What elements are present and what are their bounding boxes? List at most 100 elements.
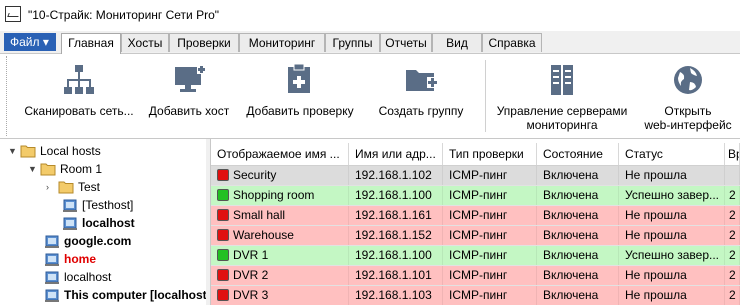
folder-icon: [40, 160, 56, 178]
tab-groups[interactable]: Группы: [325, 33, 380, 52]
tab-monitoring[interactable]: Мониторинг: [239, 33, 325, 52]
tree-item-testhost[interactable]: [Testhost]: [62, 196, 133, 214]
tree-item-local-hosts[interactable]: ▼ Local hosts: [8, 142, 101, 160]
table-row[interactable]: Warehouse 192.168.1.152 ICMP-пинг Включена Н…: [211, 226, 740, 246]
tab-hosts[interactable]: Хосты: [121, 33, 169, 52]
table-row[interactable]: DVR 3 192.168.1.103 ICMP-пинг Включена Не пр…: [211, 286, 740, 305]
cell-display-name-text: Small hall: [233, 208, 286, 222]
folder-icon: [58, 178, 74, 196]
cell-check-type-text: ICMP-пинг: [449, 168, 508, 182]
table-row[interactable]: DVR 1 192.168.1.100 ICMP-пинг Включена Успеш…: [211, 246, 740, 266]
tree-item-localhost[interactable]: localhost: [44, 268, 111, 286]
tree-item-label: This computer [localhost]: [64, 288, 207, 302]
add-host-label: Добавить хост: [148, 104, 230, 118]
table-row[interactable]: DVR 2 192.168.1.101 ICMP-пинг Включена Не пр…: [211, 266, 740, 286]
cell-address: 192.168.1.100: [349, 246, 443, 265]
globe-icon: [674, 66, 702, 94]
column-header-time[interactable]: Вр: [725, 143, 740, 165]
column-header-display-name[interactable]: Отображаемое имя ...: [211, 143, 349, 165]
tree-item-test[interactable]: › Test: [46, 178, 100, 196]
computer-icon: [44, 250, 60, 268]
cell-state-text: Включена: [543, 208, 599, 222]
cell-time: 2: [725, 246, 740, 265]
table-row[interactable]: Security 192.168.1.102 ICMP-пинг Включена Не…: [211, 166, 740, 186]
cell-state-text: Включена: [543, 168, 599, 182]
cell-status: Не прошла: [619, 206, 725, 225]
open-web-label-2: web-интерфейс: [644, 118, 732, 132]
cell-check-type-text: ICMP-пинг: [449, 208, 508, 222]
tab-help[interactable]: Справка: [482, 33, 542, 52]
tree-item-room-1[interactable]: ▼ Room 1: [28, 160, 102, 178]
status-ok-icon: [217, 189, 229, 201]
scan-network-label: Сканировать сеть...: [24, 104, 134, 118]
tab-view[interactable]: Вид: [432, 33, 482, 52]
cell-state-text: Включена: [543, 288, 599, 302]
cell-status: Не прошла: [619, 166, 725, 185]
cell-address: 192.168.1.102: [349, 166, 443, 185]
cell-check-type: ICMP-пинг: [443, 286, 537, 305]
column-header-address[interactable]: Имя или адр...: [349, 143, 443, 165]
cell-address: 192.168.1.152: [349, 226, 443, 245]
cell-state: Включена: [537, 206, 619, 225]
host-tree[interactable]: ▼ Local hosts ▼ Room 1 › Test [Testhost] lo…: [0, 139, 207, 305]
toolbar-separator: [485, 60, 486, 132]
cell-display-name: Warehouse: [211, 226, 349, 245]
cell-state: Включена: [537, 186, 619, 205]
computer-icon: [44, 286, 60, 304]
tree-item-label: Test: [78, 180, 101, 194]
tab-reports[interactable]: Отчеты: [380, 33, 432, 52]
tree-item-label: google.com: [64, 234, 132, 248]
tree-item-label: [Testhost]: [82, 198, 134, 212]
cell-time-text: 2: [729, 268, 736, 282]
cell-status-text: Не прошла: [625, 268, 687, 282]
table-header: Отображаемое имя ... Имя или адр... Тип …: [211, 143, 740, 166]
tab-checks[interactable]: Проверки: [169, 33, 239, 52]
tree-item-this-computer[interactable]: This computer [localhost]: [44, 286, 207, 304]
cell-status: Успешно завер...: [619, 186, 725, 205]
cell-time-text: 2: [729, 208, 736, 222]
manage-servers-button[interactable]: Управление серверами мониторинга: [494, 62, 630, 132]
cell-display-name-text: DVR 1: [233, 248, 269, 262]
expand-arrow-icon[interactable]: ›: [46, 178, 58, 196]
status-fail-icon: [217, 289, 229, 301]
cell-address-text: 192.168.1.152: [355, 228, 432, 242]
cell-status: Не прошла: [619, 226, 725, 245]
checks-table: Отображаемое имя ... Имя или адр... Тип …: [211, 139, 740, 305]
scan-network-button[interactable]: Сканировать сеть...: [22, 62, 136, 118]
tree-item-google[interactable]: google.com: [44, 232, 131, 250]
add-host-button[interactable]: Добавить хост: [144, 62, 234, 118]
cell-address-text: 192.168.1.101: [355, 268, 432, 282]
column-header-state[interactable]: Состояние: [537, 143, 619, 165]
cell-check-type: ICMP-пинг: [443, 266, 537, 285]
add-folder-icon: [406, 70, 438, 91]
cell-time: 2: [725, 206, 740, 225]
open-web-interface-button[interactable]: Открыть web-интерфейс: [636, 62, 740, 132]
cell-check-type-text: ICMP-пинг: [449, 248, 508, 262]
cell-address: 192.168.1.161: [349, 206, 443, 225]
cell-state: Включена: [537, 226, 619, 245]
tree-item-home[interactable]: home: [44, 250, 96, 268]
column-header-status[interactable]: Статус: [619, 143, 725, 165]
collapse-arrow-icon[interactable]: ▼: [28, 160, 40, 178]
cell-time-text: 2: [729, 288, 736, 302]
cell-status: Не прошла: [619, 266, 725, 285]
cell-state-text: Включена: [543, 228, 599, 242]
cell-state: Включена: [537, 286, 619, 305]
cell-state-text: Включена: [543, 268, 599, 282]
add-check-button[interactable]: Добавить проверку: [242, 62, 358, 118]
file-menu-button[interactable]: Файл ▾: [4, 33, 56, 51]
cell-status: Не прошла: [619, 286, 725, 305]
table-row[interactable]: Shopping room 192.168.1.100 ICMP-пинг Включ…: [211, 186, 740, 206]
cell-time-text: 2: [729, 248, 736, 262]
tab-home[interactable]: Главная: [61, 33, 121, 54]
table-row[interactable]: Small hall 192.168.1.161 ICMP-пинг Включена…: [211, 206, 740, 226]
computer-icon: [62, 214, 78, 232]
cell-state-text: Включена: [543, 248, 599, 262]
cell-check-type-text: ICMP-пинг: [449, 288, 508, 302]
tree-item-label: Local hosts: [40, 144, 101, 158]
create-group-button[interactable]: Создать группу: [370, 62, 472, 118]
collapse-arrow-icon[interactable]: ▼: [8, 142, 20, 160]
title-bar: "10-Страйк: Мониторинг Сети Pro": [0, 0, 740, 30]
column-header-check-type[interactable]: Тип проверки: [443, 143, 537, 165]
tree-item-localhost-room[interactable]: localhost: [62, 214, 135, 232]
